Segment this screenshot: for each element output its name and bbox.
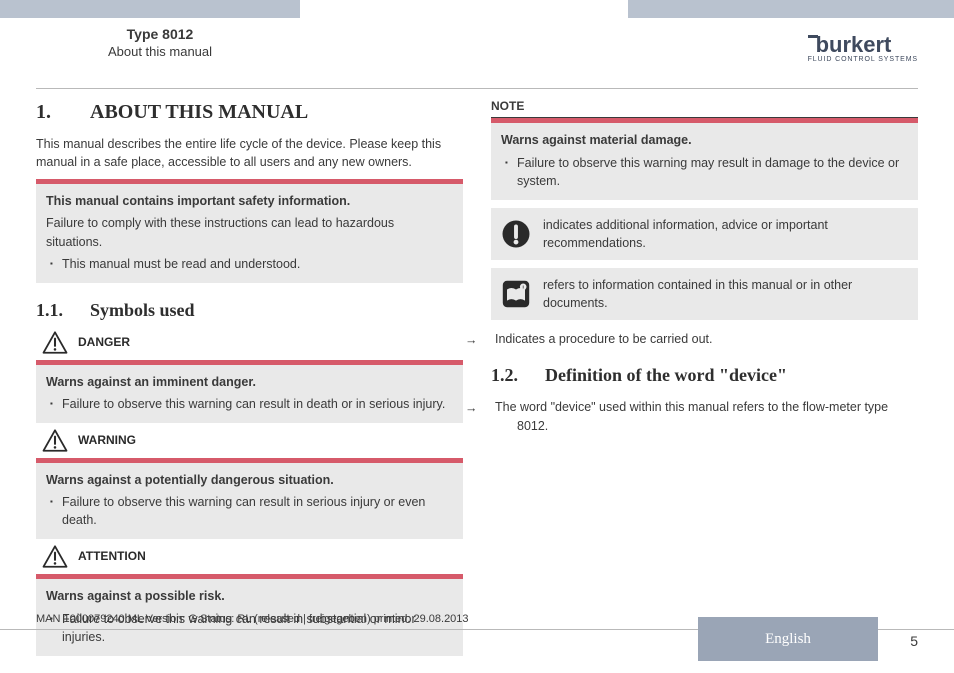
page-footer: MAN 1000079240 ML Version: G Status: RL …	[0, 623, 954, 655]
note-box-title: Warns against material damage.	[501, 131, 908, 149]
note-box: Warns against material damage. Failure t…	[491, 118, 918, 199]
info-text-reference: refers to information contained in this …	[543, 276, 908, 312]
right-column: NOTE Warns against material damage. Fail…	[491, 98, 918, 615]
note-box-bullet: Failure to observe this warning may resu…	[505, 154, 908, 190]
warning-box: Warns against a potentially dangerous si…	[36, 458, 463, 539]
warning-box-title: Warns against a potentially dangerous si…	[46, 471, 453, 489]
danger-label-row: DANGER	[42, 331, 463, 354]
danger-box-bullet: Failure to observe this warning can resu…	[50, 395, 453, 413]
subsection-number: 1.1.	[36, 297, 90, 323]
brand-logo: burkert	[808, 32, 918, 58]
warning-label: WARNING	[78, 432, 136, 449]
arrow-procedure-text: Indicates a procedure to be carried out.	[495, 332, 713, 346]
svg-text:i: i	[523, 284, 524, 290]
danger-box: Warns against an imminent danger. Failur…	[36, 360, 463, 423]
safety-info-box: This manual contains important safety in…	[36, 179, 463, 283]
page-header: Type 8012 About this manual burkert FLUI…	[0, 18, 954, 88]
danger-box-title: Warns against an imminent danger.	[46, 373, 453, 391]
section-number: 1.	[36, 98, 90, 127]
subsection-title: Definition of the word "device"	[545, 365, 787, 385]
warning-triangle-icon	[42, 331, 68, 354]
danger-label: DANGER	[78, 334, 130, 351]
attention-label: ATTENTION	[78, 548, 146, 565]
header-title-block: Type 8012 About this manual	[30, 26, 290, 59]
content-area: 1.ABOUT THIS MANUAL This manual describe…	[36, 98, 918, 615]
subsection-heading-12: 1.2.Definition of the word "device"	[491, 362, 918, 388]
tab-segment-left	[0, 0, 300, 18]
brand-logo-block: burkert FLUID CONTROL SYSTEMS	[808, 32, 918, 63]
footer-language-badge: English	[698, 617, 878, 661]
warning-label-row: WARNING	[42, 429, 463, 452]
arrow-definition-text: The word "device" used within this manua…	[495, 400, 888, 432]
warning-box-bullet: Failure to observe this warning can resu…	[50, 493, 453, 529]
footer-metadata: MAN 1000079240 ML Version: G Status: RL …	[36, 613, 469, 625]
safety-box-bullet: This manual must be read and understood.	[50, 255, 453, 273]
warning-triangle-icon	[42, 545, 68, 568]
section-heading-1: 1.ABOUT THIS MANUAL	[36, 98, 463, 127]
footer-page-number: 5	[910, 633, 918, 649]
book-info-icon: i	[501, 279, 531, 309]
info-row-additional: indicates additional information, advice…	[491, 208, 918, 260]
arrow-procedure-line: →Indicates a procedure to be carried out…	[491, 330, 918, 348]
subsection-number: 1.2.	[491, 362, 545, 388]
info-text-additional: indicates additional information, advice…	[543, 216, 908, 252]
header-type: Type 8012	[30, 26, 290, 42]
info-row-reference: i refers to information contained in thi…	[491, 268, 918, 320]
attention-box-title: Warns against a possible risk.	[46, 587, 453, 605]
header-rule	[36, 88, 918, 89]
section-title: ABOUT THIS MANUAL	[90, 101, 308, 123]
warning-triangle-icon	[42, 429, 68, 452]
safety-box-title: This manual contains important safety in…	[46, 192, 453, 210]
header-subtitle: About this manual	[30, 44, 290, 59]
brand-name: burkert	[816, 32, 892, 57]
note-label: NOTE	[491, 98, 918, 115]
tab-segment-right	[628, 0, 954, 18]
subsection-title: Symbols used	[90, 300, 195, 320]
safety-box-line: Failure to comply with these instruction…	[46, 214, 453, 250]
top-tab-bar	[0, 0, 954, 18]
attention-label-row: ATTENTION	[42, 545, 463, 568]
subsection-heading-11: 1.1.Symbols used	[36, 297, 463, 323]
intro-paragraph: This manual describes the entire life cy…	[36, 135, 463, 171]
arrow-definition-line: →The word "device" used within this manu…	[491, 398, 918, 434]
left-column: 1.ABOUT THIS MANUAL This manual describe…	[36, 98, 463, 615]
exclamation-circle-icon	[501, 219, 531, 249]
